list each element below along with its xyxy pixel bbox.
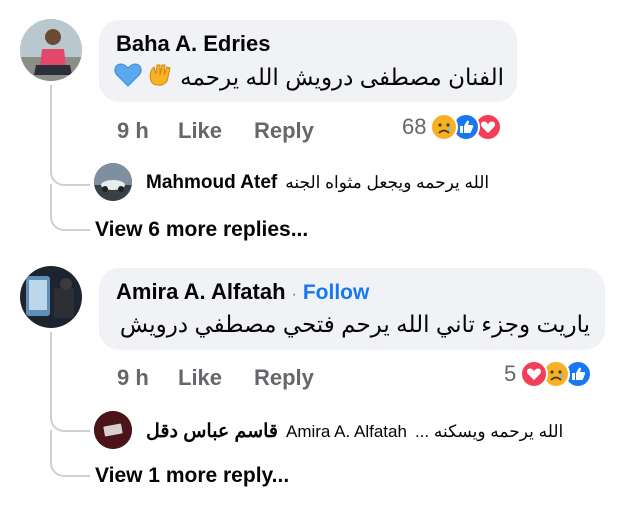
thread-line-more [50, 430, 90, 477]
reply-avatar [94, 163, 132, 201]
thread-line-more [50, 184, 90, 231]
avatar[interactable] [20, 266, 82, 328]
avatar[interactable] [20, 19, 82, 81]
separator-dot: · [291, 286, 297, 303]
comment-author[interactable]: Amira A. Alfatah [116, 279, 286, 305]
reply-content: قاسم عباس دقل Amira A. Alfatah الله يرحم… [146, 420, 563, 443]
reply-preview[interactable]: Mahmoud Atef الله يرحمه ويجعل مثواه الجن… [94, 163, 554, 201]
reply-avatar [94, 411, 132, 449]
comment-author[interactable]: Baha A. Edries [116, 31, 270, 57]
reply-author[interactable]: قاسم عباس دقل [146, 420, 278, 443]
comment-text: الفنان مصطفى درويش الله يرحمه [114, 62, 504, 92]
reply-button[interactable]: Reply [254, 365, 314, 391]
reaction-count: 68 [402, 114, 427, 139]
reply-preview[interactable]: قاسم عباس دقل Amira A. Alfatah الله يرحم… [94, 411, 624, 449]
reply-author[interactable]: Mahmoud Atef [146, 172, 277, 194]
view-more-replies[interactable]: View 6 more replies... [95, 218, 308, 242]
comment-time[interactable]: 9 h [117, 365, 149, 391]
reply-text: الله يرحمه ويسكنه ... [414, 421, 564, 441]
avatar-photo [20, 19, 82, 81]
avatar-photo [20, 266, 82, 328]
thread-line [50, 332, 90, 432]
reaction-count: 5 [504, 361, 517, 386]
comment-text: ياريت وجزء تاني الله يرحم فتحي مصطفي درو… [119, 311, 590, 337]
follow-button[interactable]: Follow [303, 281, 370, 305]
comment-time[interactable]: 9 h [117, 118, 149, 144]
comment-text-body: الفنان مصطفى درويش الله يرحمه [180, 63, 504, 90]
reply-text: الله يرحمه ويجعل مثواه الجنه [285, 173, 490, 192]
reactions-summary[interactable]: 5 [504, 360, 593, 388]
thread-line [50, 85, 90, 186]
reactions-summary[interactable]: 68 [402, 113, 503, 141]
reply-content: Mahmoud Atef الله يرحمه ويجعل مثواه الجن… [146, 172, 489, 194]
like-button[interactable]: Like [178, 365, 222, 391]
comment-header: Amira A. Alfatah · Follow [116, 279, 369, 305]
reply-mention[interactable]: Amira A. Alfatah [286, 422, 407, 442]
reply-button[interactable]: Reply [254, 118, 314, 144]
like-button[interactable]: Like [178, 118, 222, 144]
sad-reaction-icon [430, 113, 459, 141]
open-hands-emoji [148, 63, 174, 91]
love-reaction-icon [520, 360, 549, 388]
blue-heart-emoji [114, 62, 142, 92]
view-more-replies[interactable]: View 1 more reply... [95, 464, 289, 488]
